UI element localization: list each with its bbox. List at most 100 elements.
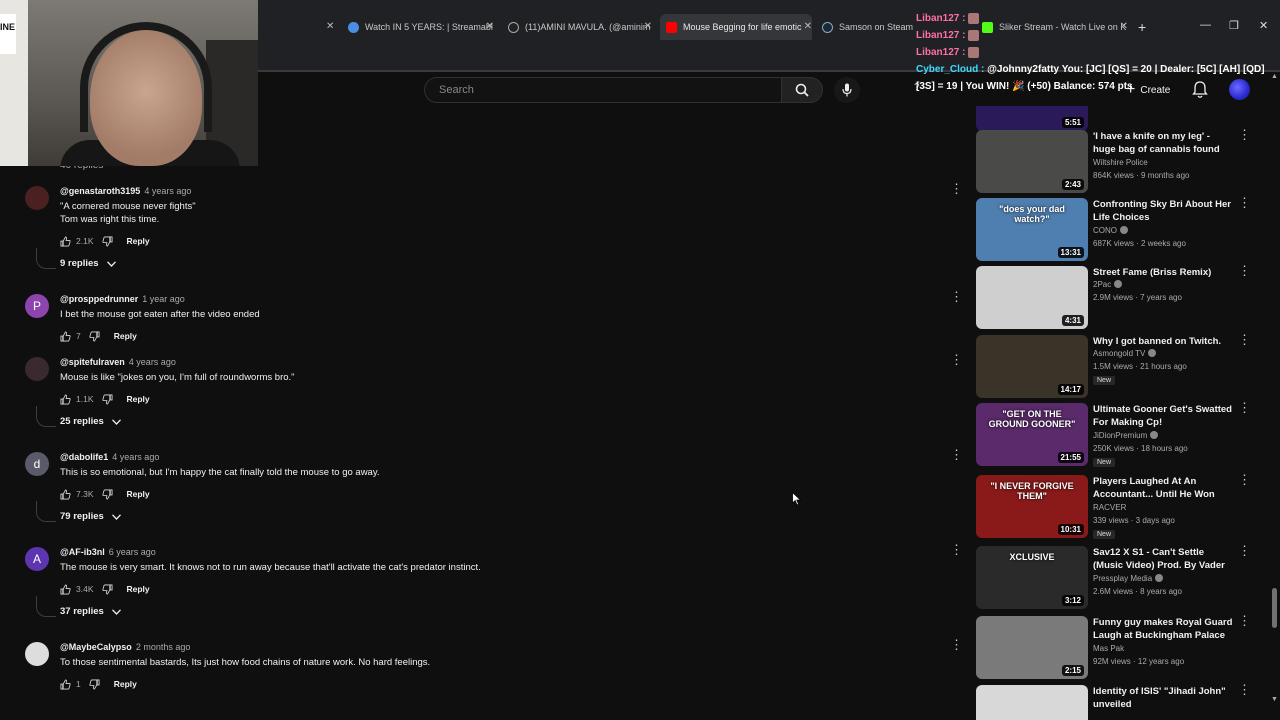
video-title[interactable]: Players Laughed At An Accountant... Unti… <box>1093 475 1233 501</box>
thumbs-down-icon[interactable] <box>89 331 100 342</box>
comment-timestamp[interactable]: 6 years ago <box>109 547 156 557</box>
video-thumbnail[interactable] <box>976 685 1088 720</box>
video-menu-icon[interactable]: ⋮ <box>1238 196 1251 209</box>
comment-menu-icon[interactable]: ⋮ <box>950 182 963 195</box>
thumbs-down-icon[interactable] <box>89 679 100 690</box>
video-menu-icon[interactable]: ⋮ <box>1238 473 1251 486</box>
channel-name[interactable]: Wiltshire Police <box>1093 158 1148 167</box>
video-thumbnail[interactable]: 2:43 <box>976 130 1088 193</box>
thumbs-up-icon[interactable] <box>60 489 71 500</box>
reply-button[interactable]: Reply <box>127 489 150 499</box>
replies-toggle[interactable]: 9 replies <box>60 258 116 269</box>
video-menu-icon[interactable]: ⋮ <box>1238 333 1251 346</box>
comment-timestamp[interactable]: 2 months ago <box>136 642 191 652</box>
video-title[interactable]: Why I got banned on Twitch. <box>1093 335 1233 348</box>
video-menu-icon[interactable]: ⋮ <box>1238 401 1251 414</box>
video-thumbnail[interactable]: "I NEVER FORGIVE THEM" 10:31 <box>976 475 1088 538</box>
comment-username[interactable]: @MaybeCalypso <box>60 642 132 652</box>
commenter-avatar[interactable] <box>25 357 49 381</box>
comment-timestamp[interactable]: 4 years ago <box>144 186 191 196</box>
reply-button[interactable]: Reply <box>127 584 150 594</box>
replies-toggle[interactable]: 37 replies <box>60 606 121 617</box>
comment-menu-icon[interactable]: ⋮ <box>950 353 963 366</box>
comment-username[interactable]: @spitefulraven <box>60 357 125 367</box>
video-thumbnail[interactable]: "GET ON THE GROUND GOONER" 21:55 <box>976 403 1088 466</box>
video-title[interactable]: Street Fame (Briss Remix) <box>1093 266 1233 279</box>
video-menu-icon[interactable]: ⋮ <box>1238 264 1251 277</box>
reply-button[interactable]: Reply <box>127 394 150 404</box>
reply-button[interactable]: Reply <box>114 679 137 689</box>
comment-menu-icon[interactable]: ⋮ <box>950 290 963 303</box>
comment-menu-icon[interactable]: ⋮ <box>950 448 963 461</box>
tab-close-icon[interactable]: ✕ <box>804 21 812 32</box>
search-input[interactable]: Search <box>424 77 782 103</box>
related-video-item[interactable]: "I NEVER FORGIVE THEM" 10:31 Players Laugh… <box>976 473 1256 539</box>
browser-tab-1[interactable]: Watch IN 5 YEARS: | Streamabl ✕ <box>348 16 494 38</box>
comment-menu-icon[interactable]: ⋮ <box>950 638 963 651</box>
video-title[interactable]: Ultimate Gooner Get's Swatted For Making… <box>1093 403 1233 429</box>
channel-name[interactable]: CONO <box>1093 226 1117 235</box>
related-video-item[interactable]: 2:15 Funny guy makes Royal Guard Laugh at… <box>976 614 1256 680</box>
channel-name[interactable]: 2Pac <box>1093 280 1111 289</box>
video-menu-icon[interactable]: ⋮ <box>1238 683 1251 696</box>
related-video-item[interactable]: 14:17 Why I got banned on Twitch. Asmongol… <box>976 333 1256 399</box>
tab-close-icon[interactable]: ✕ <box>486 21 494 32</box>
video-thumbnail[interactable]: 5:51 <box>976 106 1088 131</box>
comment-username[interactable]: @AF-ib3nl <box>60 547 105 557</box>
reply-button[interactable]: Reply <box>127 236 150 246</box>
replies-toggle[interactable]: 25 replies <box>60 416 121 427</box>
related-video-item[interactable]: Identity of ISIS' "Jihadi John" unveiled… <box>976 683 1256 720</box>
related-video-item[interactable]: XCLUSIVE 3:12 Sav12 X S1 - Can't Settle (M… <box>976 544 1256 610</box>
thumbs-up-icon[interactable] <box>60 236 71 247</box>
commenter-avatar[interactable]: P <box>25 294 49 318</box>
video-thumbnail[interactable]: 4:31 <box>976 266 1088 329</box>
video-thumbnail[interactable]: 2:15 <box>976 616 1088 679</box>
channel-name[interactable]: Asmongold TV <box>1093 349 1145 358</box>
video-menu-icon[interactable]: ⋮ <box>1238 614 1251 627</box>
thumbs-up-icon[interactable] <box>60 394 71 405</box>
related-video-item[interactable]: 5:5128M views · 5 years ago <box>976 106 1256 132</box>
tab-close-icon[interactable]: ✕ <box>326 21 334 32</box>
browser-tab-active[interactable]: Mouse Begging for life emotic ✕ <box>660 14 812 40</box>
channel-name[interactable]: RACVER <box>1093 503 1126 512</box>
scrollbar-thumb[interactable] <box>1272 588 1277 628</box>
video-title[interactable]: Sav12 X S1 - Can't Settle (Music Video) … <box>1093 546 1233 572</box>
reply-button[interactable]: Reply <box>114 331 137 341</box>
thumbs-down-icon[interactable] <box>101 489 113 500</box>
comment-username[interactable]: @prosppedrunner <box>60 294 138 304</box>
video-title[interactable]: 'I have a knife on my leg' - huge bag of… <box>1093 130 1233 156</box>
video-thumbnail[interactable]: 14:17 <box>976 335 1088 398</box>
thumbs-up-icon[interactable] <box>60 584 71 595</box>
video-thumbnail[interactable]: XCLUSIVE 3:12 <box>976 546 1088 609</box>
video-title[interactable]: Confronting Sky Bri About Her Life Choic… <box>1093 198 1233 224</box>
related-video-item[interactable]: 2:43 'I have a knife on my leg' - huge ba… <box>976 128 1256 194</box>
video-menu-icon[interactable]: ⋮ <box>1238 544 1251 557</box>
thumbs-up-icon[interactable] <box>60 679 71 690</box>
commenter-avatar[interactable]: d <box>25 452 49 476</box>
voice-search-button[interactable] <box>834 77 860 103</box>
commenter-avatar[interactable] <box>25 186 49 210</box>
related-video-item[interactable]: 4:31 Street Fame (Briss Remix) 2Pac 2.9M vi… <box>976 264 1256 330</box>
channel-name[interactable]: Pressplay Media <box>1093 574 1152 583</box>
browser-tab-2[interactable]: (11)AMINI MAVULA. (@aminim ✕ <box>508 16 652 38</box>
comment-username[interactable]: @genastaroth3195 <box>60 186 140 196</box>
video-menu-icon[interactable]: ⋮ <box>1238 128 1251 141</box>
thumbs-down-icon[interactable] <box>101 394 113 405</box>
search-button[interactable] <box>781 77 823 103</box>
comment-timestamp[interactable]: 4 years ago <box>112 452 159 462</box>
scroll-down-icon[interactable]: ▼ <box>1271 696 1278 703</box>
channel-name[interactable]: JiDionPremium <box>1093 431 1147 440</box>
thumbs-up-icon[interactable] <box>60 331 71 342</box>
video-thumbnail[interactable]: "does your dad watch?" 13:31 <box>976 198 1088 261</box>
thumbs-down-icon[interactable] <box>101 584 113 595</box>
video-title[interactable]: Funny guy makes Royal Guard Laugh at Buc… <box>1093 616 1233 642</box>
thumbs-down-icon[interactable] <box>101 236 113 247</box>
commenter-avatar[interactable] <box>25 642 49 666</box>
comment-timestamp[interactable]: 4 years ago <box>129 357 176 367</box>
video-title[interactable]: Identity of ISIS' "Jihadi John" unveiled <box>1093 685 1233 711</box>
comment-menu-icon[interactable]: ⋮ <box>950 543 963 556</box>
comment-username[interactable]: @dabolife1 <box>60 452 108 462</box>
channel-name[interactable]: Mas Pak <box>1093 644 1124 653</box>
related-video-item[interactable]: "GET ON THE GROUND GOONER" 21:55 Ultimate … <box>976 401 1256 467</box>
replies-toggle[interactable]: 79 replies <box>60 511 121 522</box>
